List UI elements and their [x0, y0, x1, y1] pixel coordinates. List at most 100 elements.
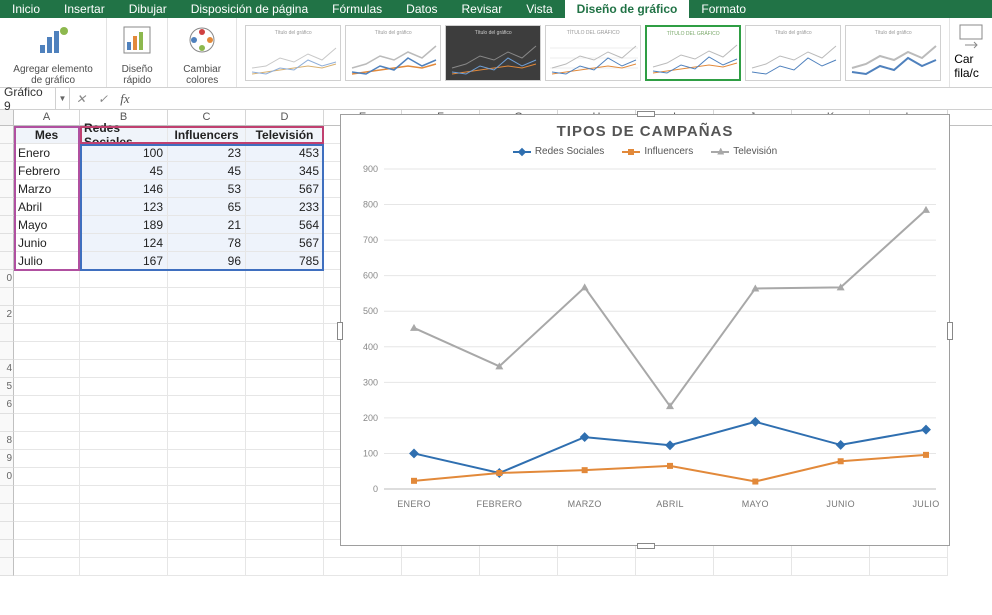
cell[interactable]	[246, 360, 324, 378]
cell[interactable]	[14, 306, 80, 324]
cell[interactable]: 123	[80, 198, 168, 216]
cell[interactable]	[80, 522, 168, 540]
tab-vista[interactable]: Vista	[514, 0, 564, 18]
row-header[interactable]	[0, 342, 14, 360]
chart-handle-s[interactable]	[637, 543, 655, 549]
cell[interactable]	[168, 486, 246, 504]
chart-style-2[interactable]: Título del gráfico	[345, 25, 441, 81]
cell[interactable]: 167	[80, 252, 168, 270]
cell[interactable]	[246, 468, 324, 486]
tab-insertar[interactable]: Insertar	[52, 0, 117, 18]
cell[interactable]	[246, 522, 324, 540]
cell[interactable]	[14, 378, 80, 396]
cell[interactable]: Redes Sociales	[80, 126, 168, 144]
cell[interactable]	[246, 306, 324, 324]
cell[interactable]	[80, 324, 168, 342]
cell[interactable]	[80, 288, 168, 306]
row-header[interactable]	[0, 198, 14, 216]
cell[interactable]	[168, 450, 246, 468]
col-header-C[interactable]: C	[168, 110, 246, 125]
chart-style-7[interactable]: Título del gráfico	[845, 25, 941, 81]
col-header-A[interactable]: A	[14, 110, 80, 125]
cell[interactable]	[168, 396, 246, 414]
switch-row-col-button[interactable]: Car fila/c	[949, 18, 992, 87]
worksheet[interactable]: A B C D E F G H I J K L MesRedes Sociale…	[0, 110, 992, 576]
row-header[interactable]: 5	[0, 378, 14, 396]
cell[interactable]: 564	[246, 216, 324, 234]
cell[interactable]	[246, 324, 324, 342]
cell[interactable]	[14, 396, 80, 414]
cell[interactable]: 124	[80, 234, 168, 252]
chart-style-3[interactable]: Título del gráfico	[445, 25, 541, 81]
cell[interactable]	[714, 558, 792, 576]
row-header[interactable]: 9	[0, 450, 14, 468]
cell[interactable]	[168, 378, 246, 396]
cell[interactable]	[14, 540, 80, 558]
cell[interactable]	[80, 432, 168, 450]
row-header[interactable]: 0	[0, 270, 14, 288]
cell[interactable]: 233	[246, 198, 324, 216]
cell[interactable]	[246, 450, 324, 468]
cell[interactable]	[80, 450, 168, 468]
cell[interactable]: 21	[168, 216, 246, 234]
cancel-icon[interactable]: ✕	[70, 88, 92, 109]
cell[interactable]: 146	[80, 180, 168, 198]
cell[interactable]	[168, 468, 246, 486]
tab-formulas[interactable]: Fórmulas	[320, 0, 394, 18]
chart-title[interactable]: TIPOS DE CAMPAÑAS	[341, 115, 949, 140]
cell[interactable]	[168, 522, 246, 540]
cell[interactable]: Influencers	[168, 126, 246, 144]
name-box[interactable]: Gráfico 9	[0, 88, 56, 109]
cell[interactable]: 567	[246, 234, 324, 252]
cell[interactable]: 345	[246, 162, 324, 180]
cell[interactable]: Febrero	[14, 162, 80, 180]
cell[interactable]	[80, 360, 168, 378]
cell[interactable]	[80, 306, 168, 324]
row-header[interactable]: 2	[0, 306, 14, 324]
row-header[interactable]: 8	[0, 432, 14, 450]
cell[interactable]	[14, 360, 80, 378]
row-header[interactable]	[0, 324, 14, 342]
cell[interactable]: Abril	[14, 198, 80, 216]
cell[interactable]	[480, 558, 558, 576]
cell[interactable]: 45	[80, 162, 168, 180]
cell[interactable]	[14, 324, 80, 342]
row-header[interactable]	[0, 216, 14, 234]
cell[interactable]	[80, 378, 168, 396]
cell[interactable]: 567	[246, 180, 324, 198]
row-header[interactable]	[0, 288, 14, 306]
cell[interactable]	[14, 450, 80, 468]
cell[interactable]	[168, 432, 246, 450]
cell[interactable]	[14, 270, 80, 288]
chart-style-6[interactable]: Título del gráfico	[745, 25, 841, 81]
cell[interactable]	[402, 558, 480, 576]
cell[interactable]	[168, 342, 246, 360]
tab-revisar[interactable]: Revisar	[450, 0, 515, 18]
tab-formato[interactable]: Formato	[689, 0, 758, 18]
cell[interactable]: 785	[246, 252, 324, 270]
chart-style-1[interactable]: Título del gráfico	[245, 25, 341, 81]
cell[interactable]	[246, 540, 324, 558]
cell[interactable]: Marzo	[14, 180, 80, 198]
cell[interactable]	[80, 270, 168, 288]
cell[interactable]	[168, 270, 246, 288]
cell[interactable]	[246, 432, 324, 450]
row-header[interactable]	[0, 252, 14, 270]
row-header[interactable]	[0, 180, 14, 198]
fx-icon[interactable]: fx	[114, 88, 136, 109]
cell[interactable]: 53	[168, 180, 246, 198]
chart-handle-w[interactable]	[337, 322, 343, 340]
cell[interactable]: 189	[80, 216, 168, 234]
chart-style-5-selected[interactable]: TÍTULO DEL GRÁFICO	[645, 25, 741, 81]
row-header[interactable]	[0, 144, 14, 162]
cell[interactable]	[246, 504, 324, 522]
embedded-chart[interactable]: TIPOS DE CAMPAÑAS Redes Sociales Influen…	[340, 114, 950, 546]
cell[interactable]	[168, 540, 246, 558]
cell[interactable]	[80, 504, 168, 522]
chart-style-4[interactable]: TÍTULO DEL GRÁFICO	[545, 25, 641, 81]
row-header[interactable]	[0, 540, 14, 558]
cell[interactable]: 453	[246, 144, 324, 162]
add-chart-element-button[interactable]: Agregar elemento de gráfico	[0, 18, 107, 87]
chart-legend[interactable]: Redes Sociales Influencers Televisión	[341, 140, 949, 159]
tab-inicio[interactable]: Inicio	[0, 0, 52, 18]
